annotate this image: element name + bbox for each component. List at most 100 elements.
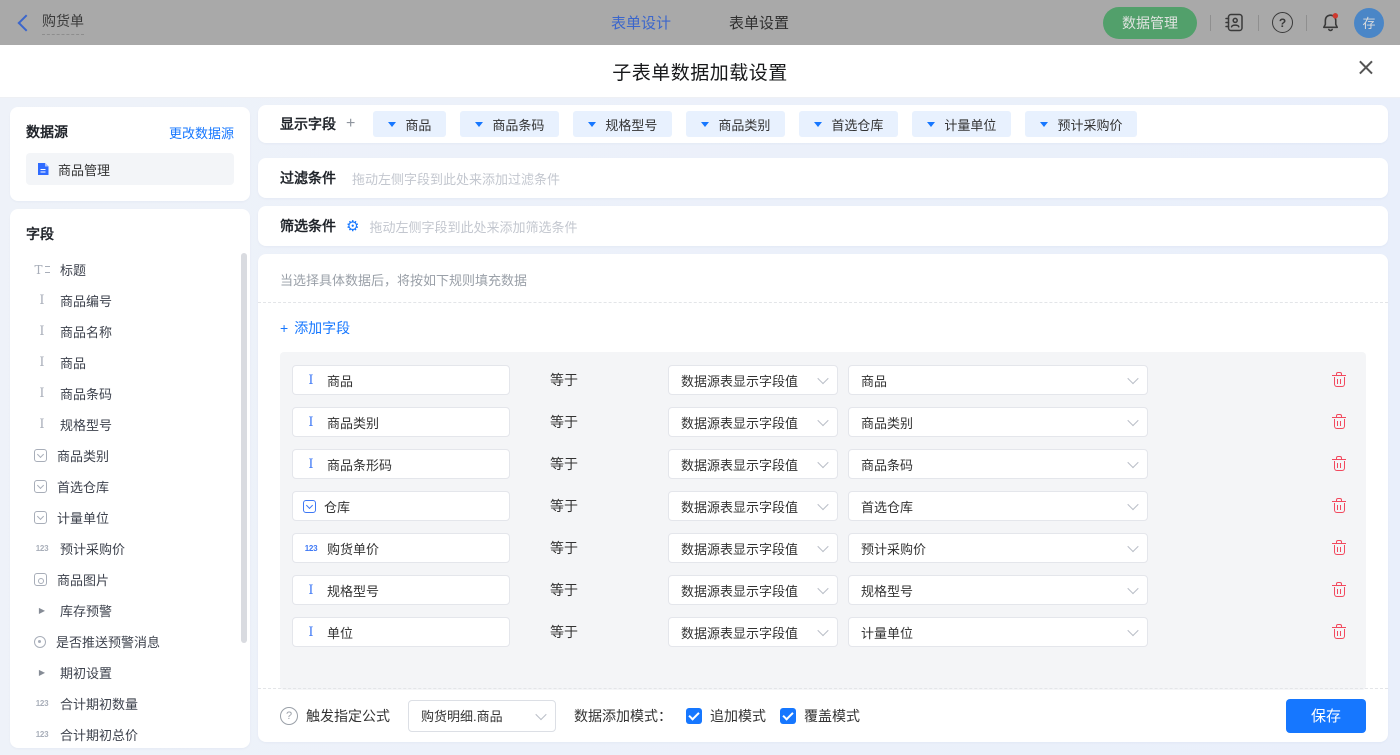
datasource-item[interactable]: 商品管理 — [26, 153, 234, 185]
field-item[interactable]: 首选仓库 — [26, 471, 250, 502]
rule-source-select[interactable]: 数据源表显示字段值 — [668, 533, 838, 563]
number-icon — [34, 544, 50, 553]
field-item[interactable]: 商品编号 — [26, 285, 250, 316]
add-field-button[interactable]: + 添加字段 — [280, 318, 350, 338]
trash-icon[interactable] — [1332, 582, 1346, 598]
checkbox-checked-icon — [780, 708, 796, 724]
rule-value-select[interactable]: 商品 — [848, 365, 1148, 395]
trash-icon[interactable] — [1332, 414, 1346, 430]
avatar[interactable]: 存 — [1354, 8, 1384, 38]
display-field-chip[interactable]: 计量单位 — [912, 111, 1011, 137]
change-datasource-link[interactable]: 更改数据源 — [169, 123, 234, 142]
field-item[interactable]: 商品图片 — [26, 564, 250, 595]
close-icon[interactable]: × — [1356, 55, 1376, 79]
display-field-chip[interactable]: 商品 — [373, 111, 446, 137]
overwrite-mode-checkbox[interactable]: 覆盖模式 — [780, 706, 860, 726]
select-value: 数据源表显示字段值 — [681, 539, 813, 558]
sift-dropzone[interactable]: 筛选条件 ⚙ 拖动左侧字段到此处来添加筛选条件 — [258, 206, 1388, 246]
chevron-down-icon — [1127, 625, 1138, 636]
select-value: 商品类别 — [861, 413, 1123, 432]
trash-icon[interactable] — [1332, 624, 1346, 640]
field-item[interactable]: 商品类别 — [26, 440, 250, 471]
gear-icon[interactable]: ⚙ — [346, 219, 359, 234]
data-manage-button[interactable]: 数据管理 — [1103, 7, 1197, 39]
title-icon — [34, 264, 50, 276]
form-name[interactable]: 购货单 — [42, 11, 84, 35]
field-label: 商品编号 — [60, 291, 112, 310]
text-icon — [34, 356, 50, 369]
field-item[interactable]: 计量单位 — [26, 502, 250, 533]
field-item[interactable]: 合计期初总价 — [26, 719, 250, 750]
datasource-panel: 数据源 更改数据源 商品管理 — [10, 107, 250, 201]
display-field-chip[interactable]: 规格型号 — [573, 111, 672, 137]
rule-value-select[interactable]: 规格型号 — [848, 575, 1148, 605]
save-button[interactable]: 保存 — [1286, 699, 1366, 733]
fields-panel: 字段 标题 商品编号 商品名称 商品 商品条码 规格型号 商品类别 首选仓库 计… — [10, 209, 250, 748]
field-label: 商品名称 — [60, 322, 112, 341]
trash-icon[interactable] — [1332, 540, 1346, 556]
rule-field-box[interactable]: 规格型号 — [292, 575, 510, 605]
field-label: 库存预警 — [60, 601, 112, 620]
field-item[interactable]: 商品 — [26, 347, 250, 378]
rule-field-box[interactable]: 仓库 — [292, 491, 510, 521]
notification-bell-icon[interactable] — [1320, 12, 1341, 33]
scrollbar-thumb[interactable] — [241, 253, 247, 643]
rule-field-box[interactable]: 单位 — [292, 617, 510, 647]
append-mode-checkbox[interactable]: 追加模式 — [686, 706, 766, 726]
tab-form-settings[interactable]: 表单设置 — [729, 12, 789, 33]
rule-field-box[interactable]: 购货单价 — [292, 533, 510, 563]
trash-icon[interactable] — [1332, 498, 1346, 514]
back-icon[interactable] — [18, 15, 35, 32]
rule-value-select[interactable]: 计量单位 — [848, 617, 1148, 647]
field-item[interactable]: 商品名称 — [26, 316, 250, 347]
field-item[interactable]: 库存预警 — [26, 595, 250, 626]
chevron-down-icon — [1127, 415, 1138, 426]
rule-source-select[interactable]: 数据源表显示字段值 — [668, 407, 838, 437]
text-icon — [34, 325, 50, 338]
rule-source-select[interactable]: 数据源表显示字段值 — [668, 449, 838, 479]
rule-value-select[interactable]: 首选仓库 — [848, 491, 1148, 521]
field-item[interactable]: 是否推送预警消息 — [26, 626, 250, 657]
chevron-down-icon — [817, 541, 828, 552]
add-display-field-button[interactable]: + — [346, 115, 355, 133]
field-label: 商品类别 — [57, 446, 109, 465]
chevron-down-icon — [817, 415, 828, 426]
display-field-chip[interactable]: 商品类别 — [686, 111, 785, 137]
chip-label: 首选仓库 — [831, 115, 883, 134]
trash-icon[interactable] — [1332, 456, 1346, 472]
tab-form-design[interactable]: 表单设计 — [611, 12, 671, 33]
rule-source-select[interactable]: 数据源表显示字段值 — [668, 491, 838, 521]
contacts-icon[interactable] — [1224, 12, 1245, 33]
trash-icon[interactable] — [1332, 372, 1346, 388]
field-item[interactable]: 期初设置 — [26, 657, 250, 688]
field-item-title[interactable]: 标题 — [26, 254, 250, 285]
footer-bar: ? 触发指定公式 购货明细.商品 数据添加模式： 追加模式 覆盖模式 保存 — [258, 688, 1388, 742]
select-icon — [303, 500, 316, 513]
rule-field-box[interactable]: 商品条形码 — [292, 449, 510, 479]
rule-source-select[interactable]: 数据源表显示字段值 — [668, 617, 838, 647]
rule-operator: 等于 — [510, 454, 668, 474]
rule-value-select[interactable]: 预计采购价 — [848, 533, 1148, 563]
rule-field-box[interactable]: 商品类别 — [292, 407, 510, 437]
help-icon[interactable]: ? — [1272, 12, 1293, 33]
filter-dropzone[interactable]: 过滤条件 拖动左侧字段到此处来添加过滤条件 — [258, 158, 1388, 198]
rule-field-label: 商品 — [327, 371, 353, 390]
rule-operator: 等于 — [510, 370, 668, 390]
field-label: 是否推送预警消息 — [56, 632, 160, 651]
field-item[interactable]: 预计采购价 — [26, 533, 250, 564]
trash-body — [1334, 587, 1345, 597]
filter-label: 过滤条件 — [280, 168, 336, 188]
rule-field-box[interactable]: 商品 — [292, 365, 510, 395]
display-field-chip[interactable]: 预计采购价 — [1025, 111, 1137, 137]
field-item[interactable]: 规格型号 — [26, 409, 250, 440]
field-item[interactable]: 合计期初数量 — [26, 688, 250, 719]
formula-select[interactable]: 购货明细.商品 — [408, 700, 556, 732]
display-field-chip[interactable]: 商品条码 — [460, 111, 559, 137]
field-item[interactable]: 商品条码 — [26, 378, 250, 409]
display-field-chip[interactable]: 首选仓库 — [799, 111, 898, 137]
rule-source-select[interactable]: 数据源表显示字段值 — [668, 575, 838, 605]
rule-value-select[interactable]: 商品条码 — [848, 449, 1148, 479]
question-circle-icon[interactable]: ? — [280, 707, 298, 725]
rule-value-select[interactable]: 商品类别 — [848, 407, 1148, 437]
rule-source-select[interactable]: 数据源表显示字段值 — [668, 365, 838, 395]
